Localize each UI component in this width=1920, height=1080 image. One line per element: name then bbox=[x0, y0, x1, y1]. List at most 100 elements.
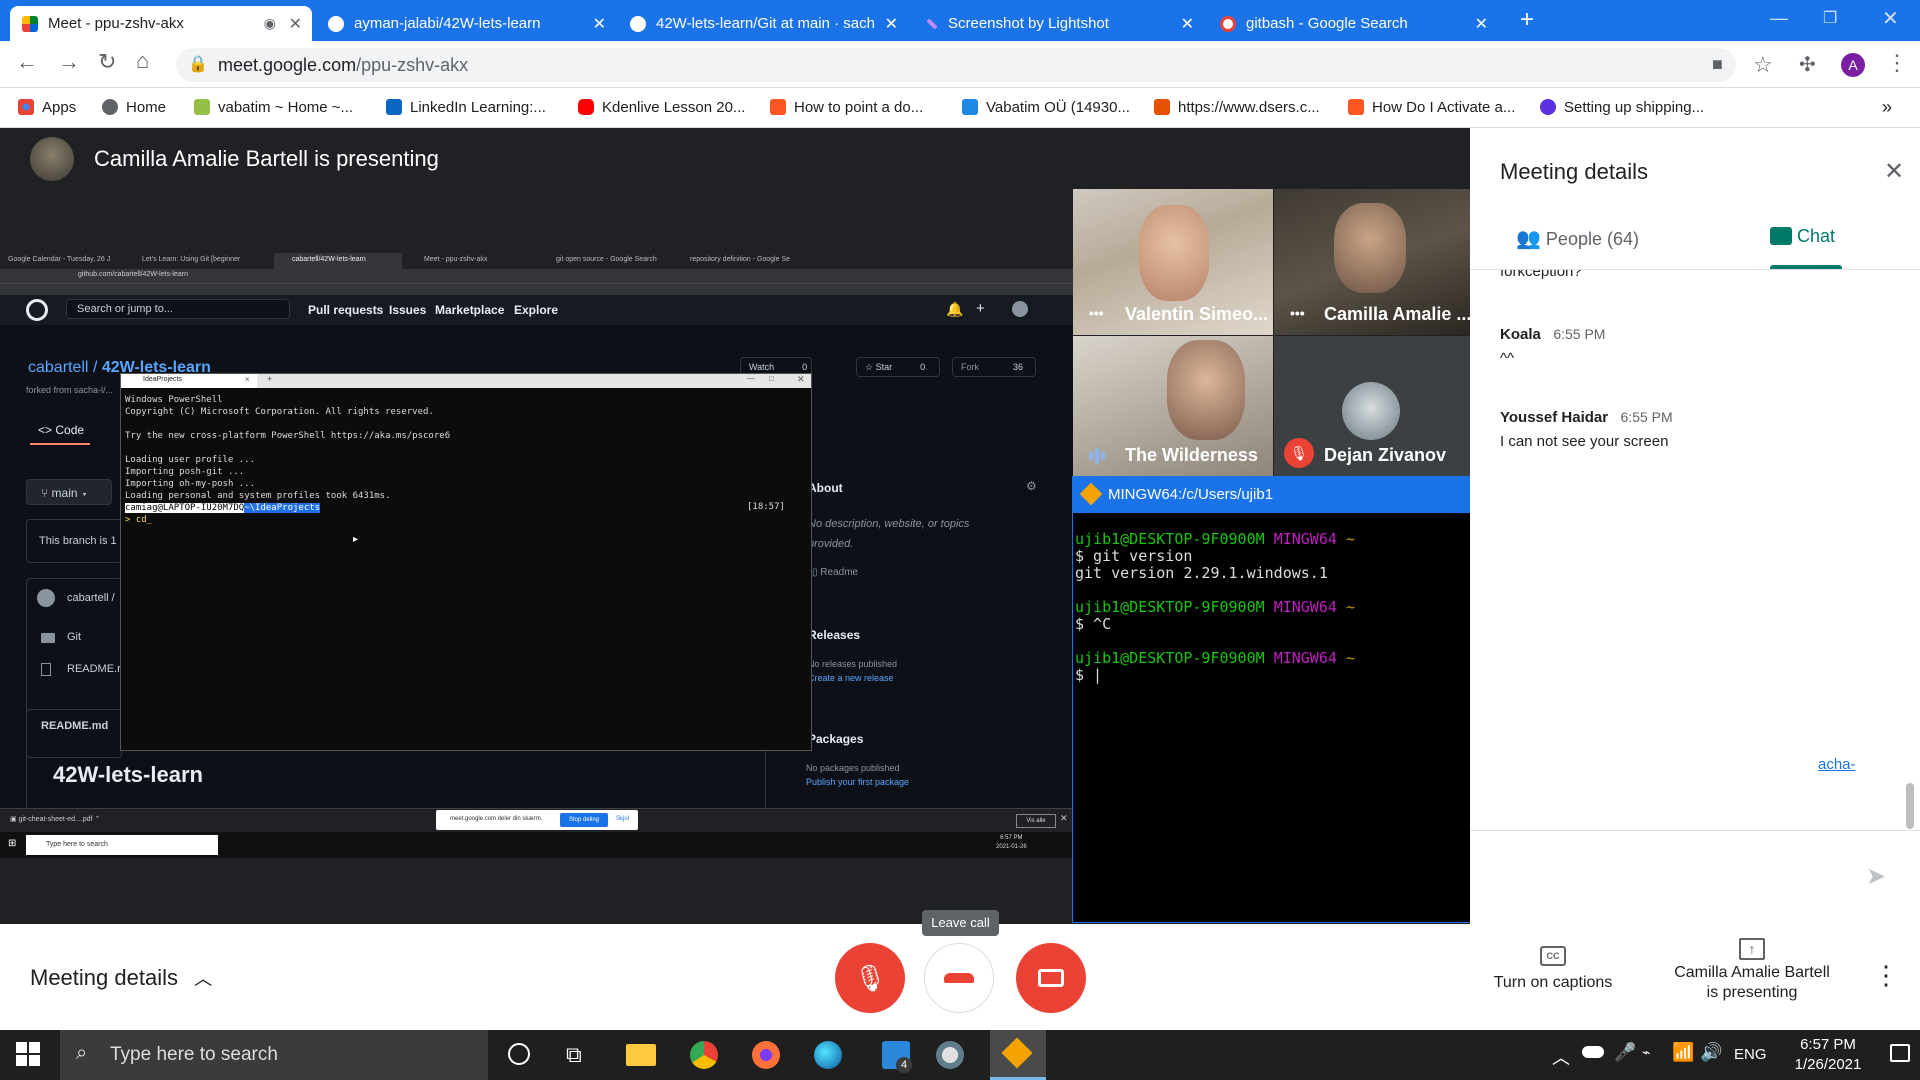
ps-close-icon[interactable]: ✕ bbox=[797, 374, 805, 385]
participant-tile[interactable]: 🎙 Dejan Zivanov bbox=[1274, 336, 1470, 476]
address-bar[interactable]: 🔒 meet.google.com/ppu-zshv-akx ■ bbox=[176, 48, 1736, 82]
close-panel-icon[interactable]: ✕ bbox=[1884, 157, 1904, 186]
bookmark-point-domain[interactable]: How to point a do... bbox=[770, 94, 923, 120]
bookmark-kdenlive[interactable]: Kdenlive Lesson 20... bbox=[578, 94, 745, 120]
app-icon[interactable] bbox=[936, 1041, 964, 1069]
close-tab-icon[interactable]: ✕ bbox=[593, 14, 606, 34]
close-ps-tab-icon[interactable]: × bbox=[245, 375, 250, 384]
participant-tile[interactable]: ••• Valentin Simeo... bbox=[1073, 189, 1273, 335]
create-new-icon[interactable]: + bbox=[976, 300, 985, 317]
command-input[interactable]: $ | bbox=[1075, 667, 1355, 684]
camera-icon[interactable]: ■ bbox=[1712, 54, 1723, 75]
profile-avatar[interactable]: A bbox=[1841, 53, 1865, 77]
back-icon[interactable]: ← bbox=[16, 49, 38, 75]
taskbar-clock[interactable]: 6:57 PM 1/26/2021 bbox=[1780, 1035, 1876, 1075]
task-view-icon[interactable]: ⧉ bbox=[566, 1042, 582, 1068]
bookmark-home[interactable]: Home bbox=[102, 94, 166, 120]
about-readme-link[interactable]: ▯ Readme bbox=[812, 567, 858, 578]
more-options-icon[interactable]: ••• bbox=[1089, 305, 1104, 321]
show-all-downloads-button[interactable]: Vis alle bbox=[1016, 814, 1056, 828]
volume-icon[interactable]: 🔊 bbox=[1700, 1042, 1722, 1063]
forward-icon[interactable]: → bbox=[58, 49, 80, 75]
github-nav-explore[interactable]: Explore bbox=[514, 303, 558, 317]
minimize-window-button[interactable]: — bbox=[1770, 8, 1788, 29]
close-tab-icon[interactable]: ✕ bbox=[289, 14, 302, 34]
microphone-icon[interactable]: 🎤 bbox=[1614, 1042, 1636, 1063]
tab-lightshot[interactable]: Screenshot by Lightshot ✕ bbox=[914, 6, 1204, 41]
file-git[interactable]: Git bbox=[67, 631, 81, 643]
bookmark-activate[interactable]: How Do I Activate a... bbox=[1348, 94, 1515, 120]
cortana-icon[interactable] bbox=[508, 1043, 530, 1065]
new-ps-tab-icon[interactable]: + bbox=[267, 374, 272, 384]
tray-chevron-icon[interactable]: ︿ bbox=[1552, 1044, 1570, 1070]
windows-start-icon[interactable] bbox=[16, 1042, 40, 1066]
participant-tile[interactable]: ••• Camilla Amalie ... bbox=[1274, 189, 1470, 335]
maximize-window-button[interactable]: ❐ bbox=[1823, 8, 1837, 28]
onedrive-icon[interactable] bbox=[1582, 1046, 1604, 1058]
tab-chat[interactable]: Chat bbox=[1770, 226, 1835, 247]
fork-button[interactable]: Fork 36 bbox=[952, 357, 1036, 377]
gitbash-taskbar-button[interactable] bbox=[990, 1030, 1046, 1080]
close-tab-icon[interactable]: ✕ bbox=[1181, 14, 1194, 34]
firefox-icon[interactable] bbox=[752, 1041, 780, 1069]
browser-menu-icon[interactable]: ⋮ bbox=[1886, 50, 1908, 76]
tab-github-1[interactable]: ayman-jalabi/42W-lets-learn ✕ bbox=[316, 6, 616, 41]
bookmark-star-icon[interactable]: ☆ bbox=[1753, 52, 1773, 78]
chat-scrollbar[interactable] bbox=[1906, 783, 1914, 829]
action-center-icon[interactable] bbox=[1890, 1044, 1910, 1062]
bookmark-dsers[interactable]: https://www.dsers.c... bbox=[1154, 94, 1320, 120]
meeting-details-button[interactable]: Meeting details ︿ bbox=[30, 965, 212, 991]
tab-people[interactable]: 👥 People (64) bbox=[1516, 226, 1639, 251]
notification-bell-icon[interactable]: 🔔 bbox=[946, 301, 963, 318]
participant-tile[interactable]: The Wilderness bbox=[1073, 336, 1273, 476]
bookmark-apps[interactable]: Apps bbox=[18, 94, 76, 120]
captions-button[interactable]: CC Turn on captions bbox=[1478, 946, 1628, 992]
reload-icon[interactable]: ↻ bbox=[98, 49, 116, 75]
file-readme[interactable]: README.r bbox=[67, 663, 121, 675]
present-now-button[interactable]: ↑ Camilla Amalie Bartell is presenting bbox=[1654, 938, 1850, 1002]
branch-select[interactable]: ⑂ main ▾ bbox=[26, 479, 112, 505]
close-download-bar-icon[interactable]: ✕ bbox=[1060, 813, 1068, 824]
powershell-tab[interactable] bbox=[121, 374, 257, 388]
bookmark-shipping[interactable]: Setting up shipping... bbox=[1540, 94, 1704, 120]
home-icon[interactable]: ⌂ bbox=[136, 48, 149, 74]
new-tab-button[interactable]: + bbox=[1520, 6, 1534, 34]
ps-maximize-icon[interactable]: □ bbox=[769, 374, 774, 383]
hide-share-notice-button[interactable]: Skjul bbox=[616, 816, 629, 822]
toggle-mic-button[interactable]: 🎙 bbox=[835, 943, 905, 1013]
ps-input[interactable]: > cd_ bbox=[125, 514, 450, 526]
extensions-icon[interactable]: ✣ bbox=[1799, 52, 1816, 77]
power-icon[interactable]: ⌁ bbox=[1642, 1044, 1650, 1061]
file-explorer-icon[interactable] bbox=[626, 1044, 656, 1066]
tab-google-search[interactable]: gitbash - Google Search ✕ bbox=[1208, 6, 1498, 41]
stop-sharing-button[interactable]: Stop deling bbox=[560, 813, 608, 827]
close-tab-icon[interactable]: ✕ bbox=[885, 14, 898, 34]
send-message-icon[interactable]: ➤ bbox=[1866, 862, 1886, 891]
github-search-input[interactable]: Search or jump to... bbox=[66, 299, 290, 319]
github-avatar[interactable] bbox=[1012, 301, 1028, 317]
leave-call-button[interactable] bbox=[924, 943, 994, 1013]
edge-icon[interactable] bbox=[814, 1041, 842, 1069]
bookmark-shopify[interactable]: vabatim ~ Home ~... bbox=[194, 94, 353, 120]
language-indicator[interactable]: ENG bbox=[1734, 1046, 1767, 1063]
bookmark-vabatim[interactable]: Vabatim OÜ (14930... bbox=[962, 94, 1130, 120]
phone-app-icon[interactable]: 4 bbox=[882, 1041, 912, 1073]
taskbar-search-box[interactable]: ⌕ Type here to search bbox=[60, 1030, 488, 1080]
about-settings-icon[interactable]: ⚙ bbox=[1026, 479, 1037, 493]
close-tab-icon[interactable]: ✕ bbox=[1475, 14, 1488, 34]
bookmark-linkedin[interactable]: LinkedIn Learning:... bbox=[386, 94, 546, 120]
ps-minimize-icon[interactable]: — bbox=[747, 374, 755, 383]
tab-meet[interactable]: Meet - ppu-zshv-akx ◉ ✕ bbox=[10, 6, 312, 41]
star-button[interactable]: ☆ Star 0 bbox=[856, 357, 940, 377]
github-nav-pulls[interactable]: Pull requests bbox=[308, 303, 383, 317]
chrome-icon[interactable] bbox=[690, 1041, 718, 1069]
bookmarks-overflow-button[interactable]: » bbox=[1882, 94, 1892, 120]
github-nav-issues[interactable]: Issues bbox=[389, 303, 426, 317]
code-tab[interactable]: <> Code bbox=[38, 423, 84, 437]
chat-link[interactable]: acha- bbox=[1818, 756, 1856, 773]
close-window-button[interactable]: ✕ bbox=[1882, 6, 1899, 31]
toggle-camera-button[interactable] bbox=[1016, 943, 1086, 1013]
publish-package-link[interactable]: Publish your first package bbox=[806, 777, 909, 787]
download-item[interactable]: ▣ git-cheat-sheet-ed....pdf ⌃ bbox=[10, 815, 100, 823]
wifi-icon[interactable]: 📶 bbox=[1672, 1042, 1694, 1063]
